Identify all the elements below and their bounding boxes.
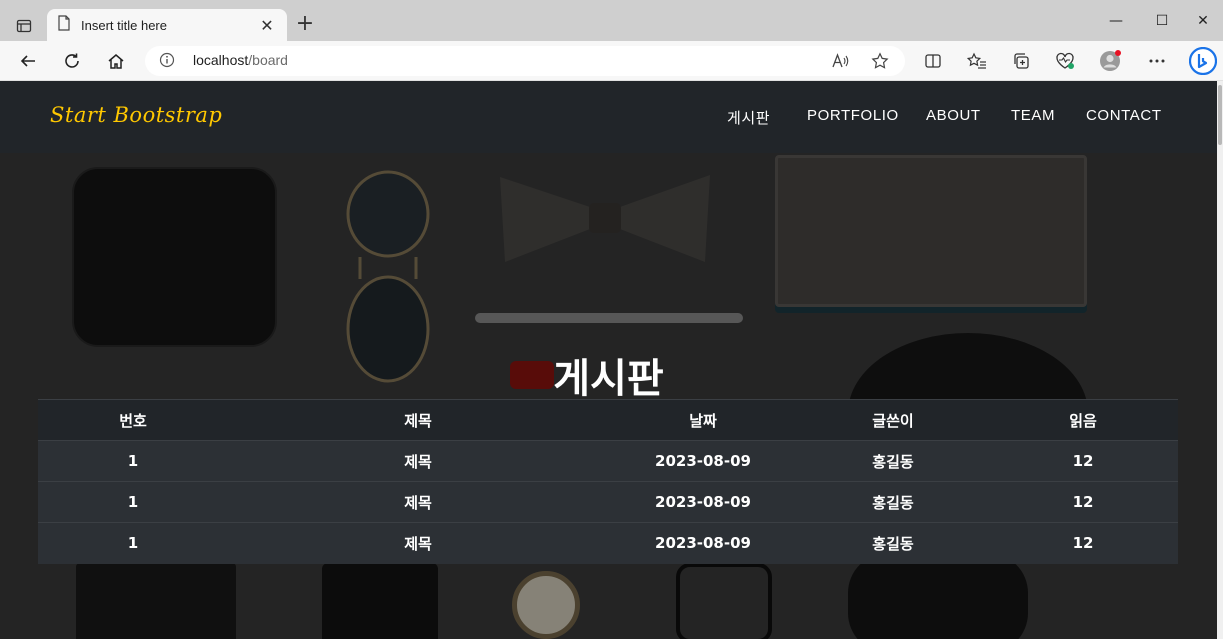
new-tab-button[interactable]: + — [292, 12, 318, 38]
nav-item-contact[interactable]: CONTACT — [1086, 107, 1162, 124]
refresh-icon[interactable] — [57, 47, 87, 75]
home-icon[interactable] — [101, 47, 131, 75]
address-path: /board — [248, 52, 288, 68]
collections-icon[interactable] — [1006, 47, 1036, 75]
column-header-title: 제목 — [228, 399, 608, 441]
browser-tab[interactable]: Insert title here ✕ — [47, 9, 287, 41]
cell-author: 홍길동 — [798, 440, 988, 482]
nav-item-team[interactable]: TEAM — [1011, 107, 1055, 124]
table-row[interactable]: 1 제목 2023-08-09 홍길동 12 — [38, 440, 1178, 482]
browser-tab-strip: Insert title here ✕ + — ☐ ✕ — [0, 0, 1223, 41]
brand-logo-link[interactable]: Start Bootstrap — [50, 103, 222, 127]
table-row[interactable]: 1 제목 2023-08-09 홍길동 12 — [38, 481, 1178, 523]
cell-number: 1 — [38, 481, 228, 523]
cell-views: 12 — [988, 481, 1178, 523]
page-icon — [57, 15, 71, 35]
page-scrollbar[interactable] — [1217, 81, 1223, 639]
browser-essentials-icon[interactable] — [1050, 47, 1080, 75]
site-info-icon[interactable] — [159, 52, 175, 72]
tab-actions-icon[interactable] — [8, 10, 40, 42]
cell-number: 1 — [38, 522, 228, 564]
column-header-number: 번호 — [38, 399, 228, 441]
cell-title[interactable]: 제목 — [228, 440, 608, 482]
minimize-button[interactable]: — — [1093, 10, 1139, 34]
nav-item-board[interactable]: 게시판 — [727, 107, 770, 128]
column-header-date: 날짜 — [608, 399, 798, 441]
tab-close-icon[interactable]: ✕ — [257, 16, 277, 35]
cell-title[interactable]: 제목 — [228, 522, 608, 564]
cell-date: 2023-08-09 — [608, 481, 798, 523]
split-screen-icon[interactable] — [918, 47, 948, 75]
page-viewport: Start Bootstrap 게시판 PORTFOLIO ABOUT TEAM… — [0, 81, 1217, 639]
cell-date: 2023-08-09 — [608, 522, 798, 564]
board-table: 번호 제목 날짜 글쓴이 읽음 1 제목 2023-08-09 홍길동 12 1… — [38, 399, 1178, 564]
close-window-button[interactable]: ✕ — [1180, 10, 1223, 34]
cell-author: 홍길동 — [798, 522, 988, 564]
site-navbar: Start Bootstrap 게시판 PORTFOLIO ABOUT TEAM… — [0, 81, 1217, 153]
address-host: localhost — [193, 52, 249, 68]
scrollbar-thumb[interactable] — [1218, 85, 1222, 145]
cell-views: 12 — [988, 440, 1178, 482]
favorites-icon[interactable] — [962, 47, 992, 75]
read-aloud-icon[interactable] — [829, 50, 851, 72]
cell-date: 2023-08-09 — [608, 440, 798, 482]
table-row[interactable]: 1 제목 2023-08-09 홍길동 12 — [38, 522, 1178, 564]
cell-title[interactable]: 제목 — [228, 481, 608, 523]
favorite-star-icon[interactable] — [869, 50, 891, 72]
table-header-row: 번호 제목 날짜 글쓴이 읽음 — [38, 399, 1178, 441]
nav-item-about[interactable]: ABOUT — [926, 107, 981, 124]
address-bar[interactable]: localhost/board — [145, 46, 905, 76]
column-header-views: 읽음 — [988, 399, 1178, 441]
more-options-icon[interactable] — [1142, 47, 1172, 75]
cell-views: 12 — [988, 522, 1178, 564]
column-header-author: 글쓴이 — [798, 399, 988, 441]
browser-toolbar: localhost/board — [0, 41, 1223, 81]
page-title: 게시판 — [553, 356, 664, 402]
address-url[interactable]: localhost/board — [193, 52, 288, 68]
tab-title: Insert title here — [81, 17, 167, 33]
cell-author: 홍길동 — [798, 481, 988, 523]
nav-item-portfolio[interactable]: PORTFOLIO — [807, 107, 899, 124]
bing-copilot-icon[interactable] — [1188, 47, 1218, 75]
profile-avatar-icon[interactable] — [1095, 47, 1125, 75]
back-icon[interactable] — [13, 47, 43, 75]
cell-number: 1 — [38, 440, 228, 482]
maximize-button[interactable]: ☐ — [1139, 10, 1185, 34]
